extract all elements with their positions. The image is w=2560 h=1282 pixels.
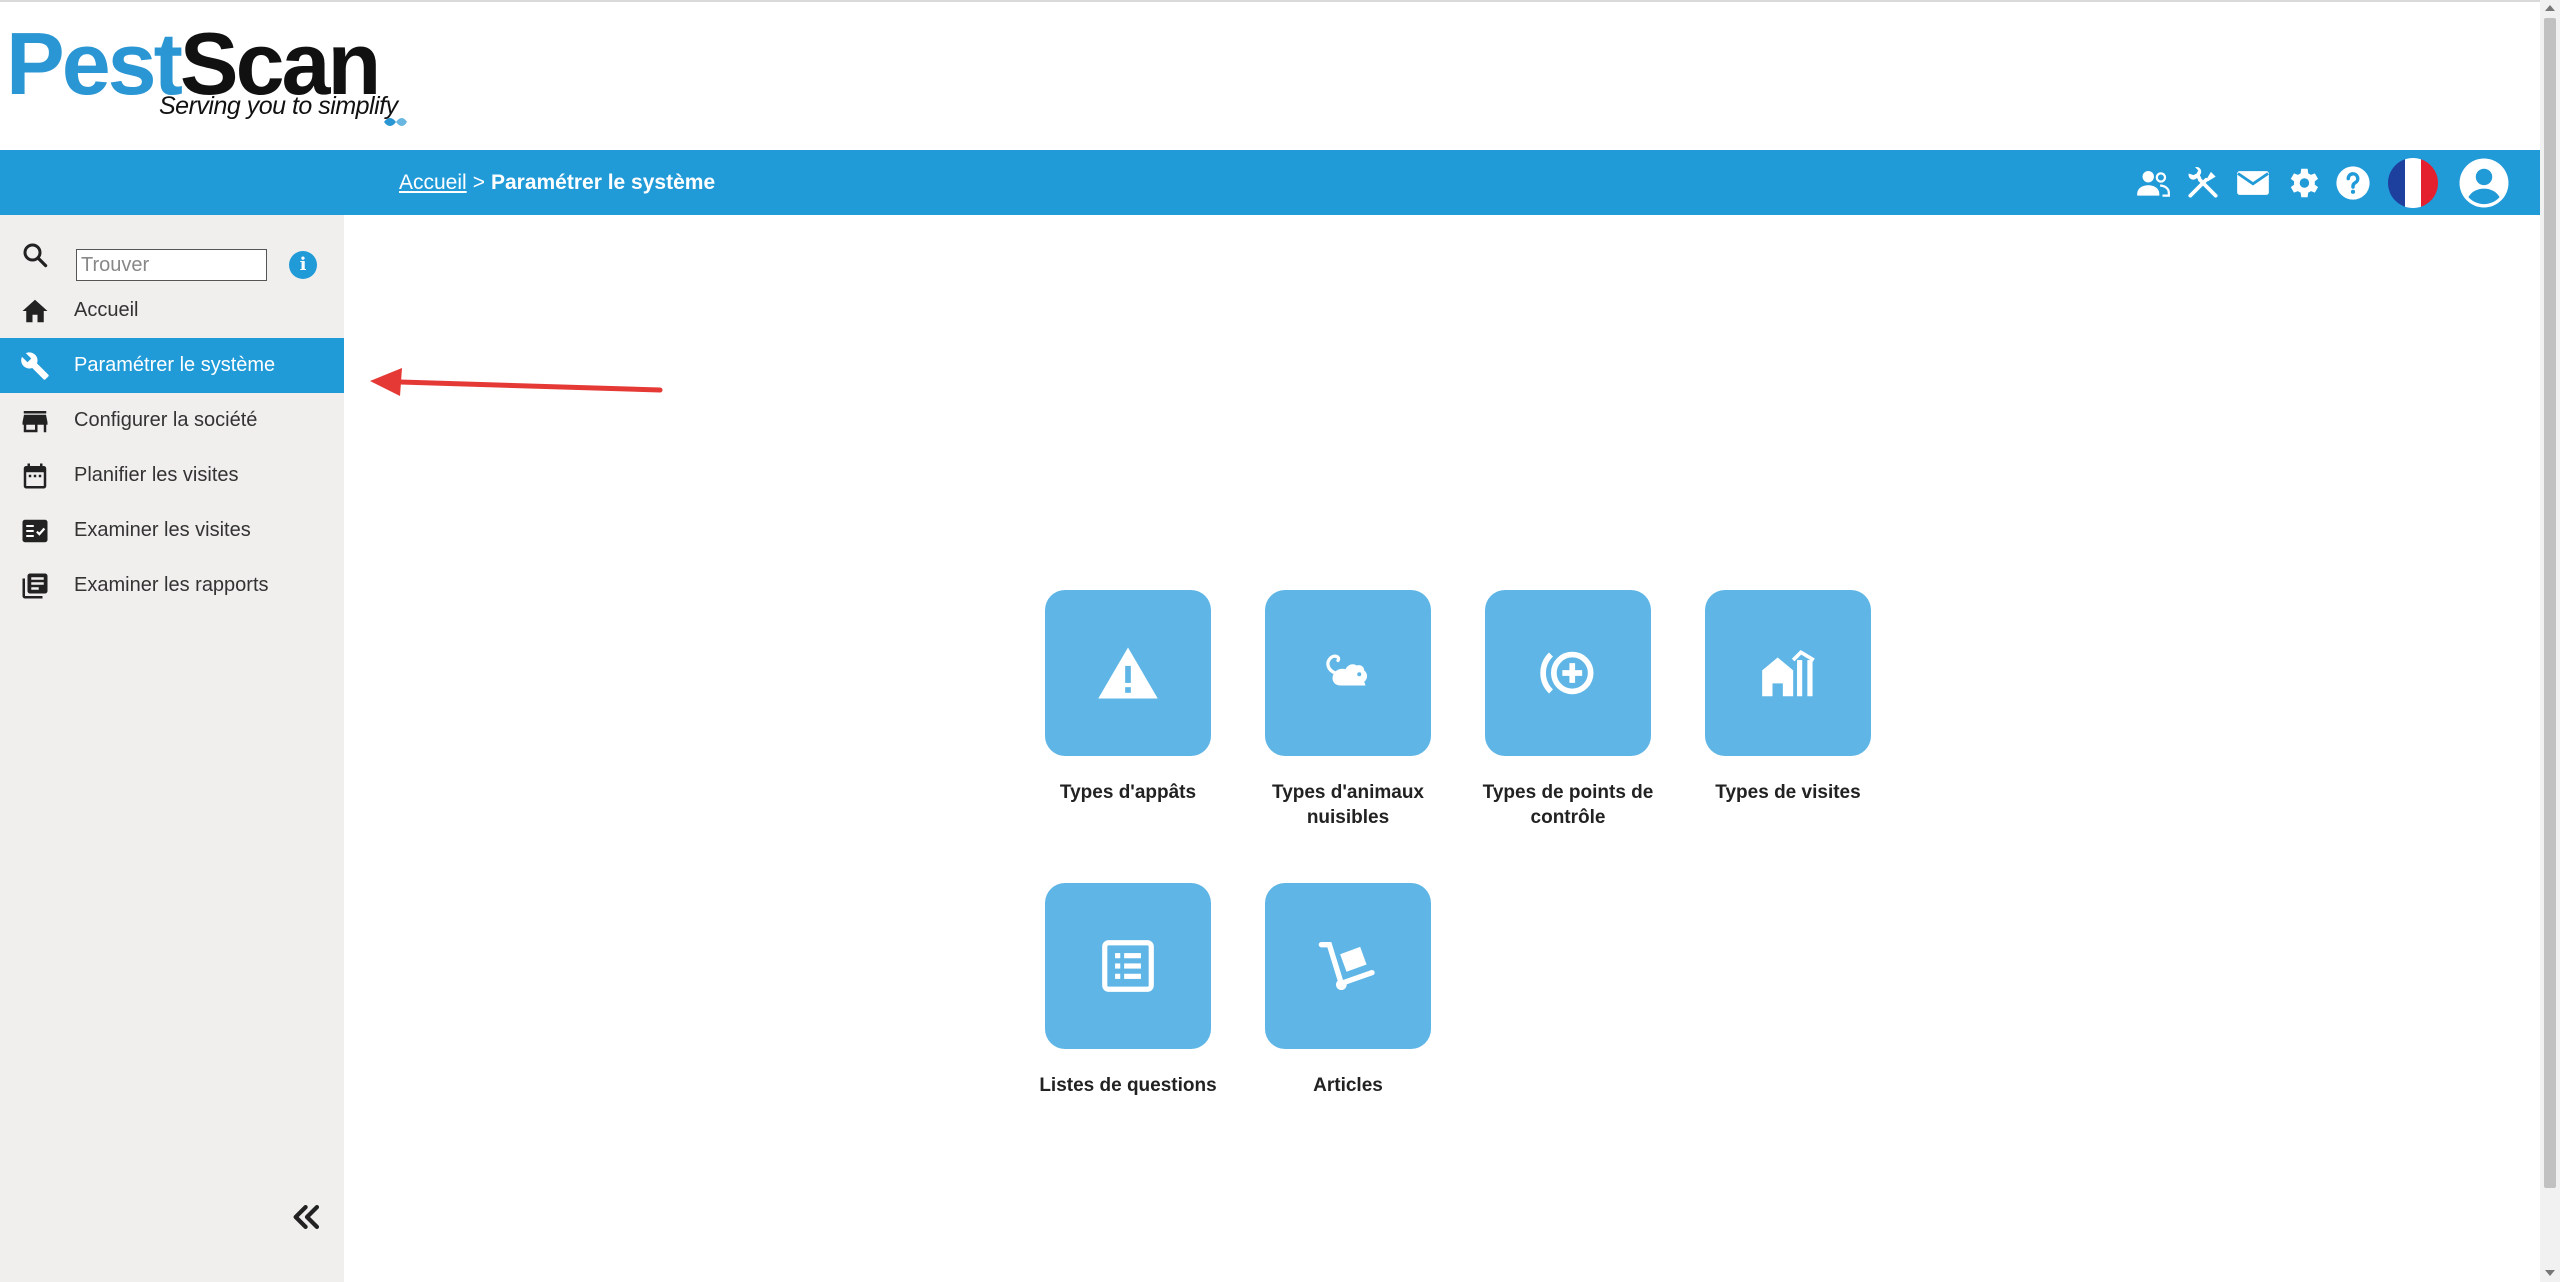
top-border [0,0,2540,2]
sidebar-menu: Accueil Paramétrer le système Configurer… [0,283,344,613]
account-icon[interactable] [2458,157,2510,209]
tile-icon-box [1705,590,1871,756]
tile-label: Listes de questions [1039,1075,1217,1096]
gear-icon[interactable] [2284,164,2322,202]
sidebar-item-label: Paramétrer le système [74,354,276,376]
logo-tagline: Serving you to simplify [159,92,398,120]
rodent-icon [1326,654,1368,686]
scrollbar-thumb[interactable] [2544,18,2556,1188]
building-icon [1762,650,1815,697]
sidebar-item-configurer-societe[interactable]: Configurer la société [0,393,344,448]
sidebar-item-label: Examiner les visites [74,519,251,541]
pestscan-logo[interactable]: PestScan Serving you to simplify [6,14,407,126]
tile-articles[interactable]: Articles [1248,883,1448,1098]
annotation-arrow [370,368,663,396]
tile-label: Types de points de contrôle [1482,782,1654,828]
tile-icon-box [1485,590,1651,756]
sidebar-item-label: Accueil [74,299,139,321]
tile-label: Articles [1313,1075,1383,1096]
checklist-icon [22,519,48,543]
tile-label: Types de visites [1715,782,1861,803]
search-icon[interactable] [20,240,50,270]
breadcrumb: Accueil > Paramétrer le système [399,150,715,215]
tile-types-appats[interactable]: Types d'appâts [1028,590,1228,805]
warning-icon [1098,647,1158,699]
breadcrumb-current: Paramétrer le système [490,171,716,194]
page-scrollbar[interactable] [2540,0,2560,1282]
calendar-icon [23,463,47,489]
users-icon[interactable] [2134,164,2172,202]
mail-icon[interactable] [2234,164,2272,202]
sidebar-item-label: Planifier les visites [74,464,239,486]
sidebar-item-label: Configurer la société [74,409,258,431]
dolly-icon [1318,942,1375,990]
double-chevron-left-icon[interactable] [290,1200,324,1234]
tile-icon-box [1045,590,1211,756]
reports-icon [22,573,48,599]
sidebar: i Accueil Paramétrer le système Configur… [0,215,344,1282]
french-flag-icon[interactable] [2388,158,2438,208]
store-icon [22,411,48,433]
sidebar-item-label: Examiner les rapports [74,574,269,596]
search-input[interactable] [76,249,267,281]
logo-pest: Pest [6,14,183,113]
sidebar-search: i [0,230,344,281]
top-navbar: Accueil > Paramétrer le système [0,150,2540,215]
breadcrumb-home-link[interactable]: Accueil [399,171,467,194]
tile-icon-box [1265,883,1431,1049]
help-icon[interactable] [2334,164,2372,202]
tile-icon-box [1265,590,1431,756]
header-actions [2134,156,2510,210]
sidebar-item-accueil[interactable]: Accueil [0,283,344,338]
tile-types-animaux[interactable]: Types d'animaux nuisibles [1248,590,1448,830]
tile-types-visites[interactable]: Types de visites [1688,590,1888,805]
tile-types-points-controle[interactable]: Types de points de contrôle [1468,590,1668,830]
sidebar-item-examiner-visites[interactable]: Examiner les visites [0,503,344,558]
tile-label: Types d'appâts [1059,782,1197,803]
list-icon [1102,940,1154,992]
sidebar-item-examiner-rapports[interactable]: Examiner les rapports [0,558,344,613]
tile-listes-questions[interactable]: Listes de questions [1028,883,1228,1098]
logo-drop-icon [384,118,407,126]
tile-icon-box [1045,883,1211,1049]
home-icon [22,299,48,323]
breadcrumb-separator: > [472,171,485,194]
tile-label: Types d'animaux nuisibles [1272,782,1424,828]
scroll-down-icon[interactable] [2545,1270,2555,1276]
sidebar-item-parametrer-systeme[interactable]: Paramétrer le système [0,338,344,393]
info-icon[interactable]: i [289,251,317,279]
tools-icon[interactable] [2184,164,2222,202]
wrench-icon [21,352,49,380]
control-point-icon [1540,651,1594,695]
sidebar-item-planifier-visites[interactable]: Planifier les visites [0,448,344,503]
settings-tiles: Types d'appâts Types d'animaux nuisibles… [1020,590,1880,1110]
scroll-up-icon[interactable] [2545,5,2555,11]
